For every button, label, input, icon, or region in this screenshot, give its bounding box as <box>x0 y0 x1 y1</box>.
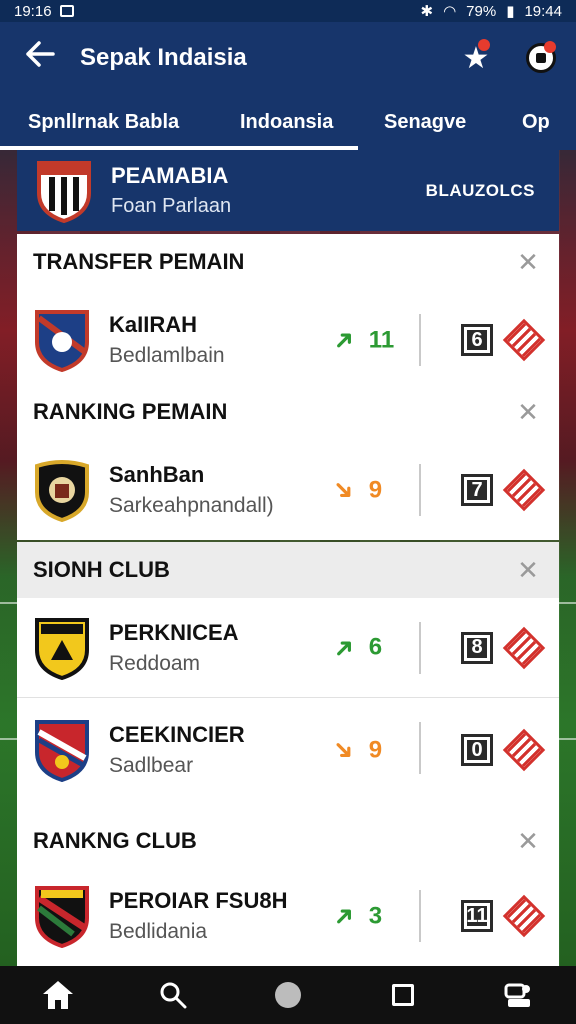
stats-icon[interactable]: 6 <box>461 324 493 356</box>
status-time-right: 19:44 <box>524 2 562 20</box>
club-name: PEROIAR FSU8H <box>109 888 288 913</box>
club-detail: Bedlidania <box>109 920 208 943</box>
tag-icon[interactable] <box>502 318 546 362</box>
close-icon[interactable]: ✕ <box>513 397 543 428</box>
tab-bar: Spnllrnak Babla Indoansia Senagve Op <box>0 94 576 150</box>
bluetooth-icon: ✱ <box>420 3 434 20</box>
tag-icon[interactable] <box>502 728 546 772</box>
bottom-nav <box>0 966 576 1024</box>
notification-dot <box>478 38 490 51</box>
club-crest <box>33 718 91 783</box>
tab-label: Senagve <box>384 110 467 133</box>
club-crest <box>35 159 93 223</box>
trend-up-icon: ➜ <box>325 897 362 934</box>
tab-label: Indoansia <box>240 110 334 133</box>
club-header[interactable]: PEAMABIA Foan Parlaan BLAUZOLCS <box>17 150 559 231</box>
club-name: CEEKINCIER <box>109 722 245 747</box>
club-crest <box>33 616 91 680</box>
tab-senagve[interactable]: Senagve <box>358 94 498 150</box>
favorite-button[interactable]: ★ <box>446 38 506 76</box>
search-icon[interactable] <box>153 975 193 1015</box>
section-transfer-pemain: TRANSFER PEMAIN ✕ KaIIRAH Bedlamlbain ➜ … <box>17 234 559 390</box>
player-detail: Bedlamlbain <box>109 344 225 367</box>
divider <box>419 722 421 774</box>
stats-icon[interactable]: 0 <box>461 734 493 766</box>
player-name: SanhBan <box>109 462 205 487</box>
status-bar: 19:16 ✱ ◠ 79% ▮ 19:44 <box>0 0 576 22</box>
trend-down-icon: ➜ <box>325 471 363 508</box>
tab-indoansia[interactable]: Indoansia <box>200 94 358 150</box>
soccer-ball-button[interactable] <box>506 41 576 73</box>
close-icon[interactable]: ✕ <box>513 247 543 278</box>
divider <box>419 890 421 942</box>
divider <box>419 314 421 366</box>
list-item[interactable]: PERKNICEA Reddoam ➜ 6 8 <box>17 598 559 698</box>
trend-up-icon: ➜ <box>325 321 362 358</box>
club-code: BLAUZOLCS <box>425 180 535 200</box>
app-bar: Sepak Indaisia ★ <box>0 22 576 94</box>
club-crest <box>33 308 91 373</box>
club-name: PEAMABIA <box>111 163 229 188</box>
player-name: KaIIRAH <box>109 312 198 337</box>
section-title: RANKNG CLUB <box>33 828 197 853</box>
divider <box>419 464 421 516</box>
tag-icon[interactable] <box>502 894 546 938</box>
club-subtitle: Foan Parlaan <box>111 195 232 217</box>
home-icon[interactable] <box>38 975 78 1015</box>
section-header: TRANSFER PEMAIN ✕ <box>17 234 559 290</box>
club-name: PERKNICEA <box>109 619 239 645</box>
list-item[interactable]: CEEKINCIER Sadlbear ➜ 9 0 <box>17 698 559 802</box>
list-item[interactable]: SanhBan Sarkeahpnandall) ➜ 9 7 <box>17 440 559 540</box>
tab-op[interactable]: Op <box>498 94 576 150</box>
section-header: RANKNG CLUB ✕ <box>17 802 559 866</box>
trend-value: 9 <box>368 736 383 763</box>
settings-icon[interactable] <box>498 975 538 1015</box>
close-icon[interactable]: ✕ <box>513 826 543 857</box>
section-header: SIONH CLUB ✕ <box>17 542 559 598</box>
page-title: Sepak Indaisia <box>80 44 247 71</box>
trend-value: 6 <box>368 633 383 661</box>
list-item[interactable]: PEROIAR FSU8H Bedlidania ➜ 3 11 <box>17 866 559 966</box>
section-title: TRANSFER PEMAIN <box>33 249 245 274</box>
club-crest <box>33 884 91 949</box>
stats-icon[interactable]: 11 <box>461 900 493 932</box>
trend-up-icon: ➜ <box>325 628 362 666</box>
tab-label: Op <box>522 110 550 133</box>
club-detail: Reddoam <box>109 651 201 675</box>
divider <box>419 622 421 674</box>
notification-dot <box>544 41 556 53</box>
section-header: RANKING PEMAIN ✕ <box>17 384 559 440</box>
trend-value: 11 <box>368 326 395 353</box>
club-crest <box>33 458 91 523</box>
arrow-left-icon[interactable] <box>0 41 80 75</box>
stats-icon[interactable]: 7 <box>461 474 493 506</box>
tab-spnllrnak-babla[interactable]: Spnllrnak Babla <box>0 94 200 150</box>
club-detail: Sadlbear <box>109 754 194 777</box>
trend-value: 9 <box>368 476 383 503</box>
section-title: SIONH CLUB <box>33 557 170 582</box>
wifi-icon: ◠ <box>443 3 457 20</box>
tab-label: Spnllrnak Babla <box>28 110 180 133</box>
section-ranking-pemain: RANKING PEMAIN ✕ SanhBan Sarkeahpnandall… <box>17 384 559 540</box>
tag-icon[interactable] <box>502 468 546 512</box>
section-sionh-club: SIONH CLUB ✕ PERKNICEA Reddoam ➜ 6 8 CEE… <box>17 542 559 802</box>
notification-icon <box>59 5 74 17</box>
section-title: RANKING PEMAIN <box>33 399 228 424</box>
trend-value: 3 <box>368 902 383 929</box>
section-rankng-club: RANKNG CLUB ✕ PEROIAR FSU8H Bedlidania ➜… <box>17 802 559 966</box>
stats-icon[interactable]: 8 <box>461 631 493 664</box>
close-icon[interactable]: ✕ <box>513 555 543 586</box>
square-icon[interactable] <box>383 975 423 1015</box>
tag-icon[interactable] <box>502 626 546 669</box>
list-item[interactable]: KaIIRAH Bedlamlbain ➜ 11 6 <box>17 290 559 390</box>
circle-icon[interactable] <box>268 975 308 1015</box>
status-time-left: 19:16 <box>14 2 52 20</box>
trend-down-icon: ➜ <box>325 731 363 768</box>
battery-level: 79% <box>466 2 497 20</box>
battery-icon: ▮ <box>506 3 515 20</box>
player-detail: Sarkeahpnandall) <box>109 494 274 517</box>
